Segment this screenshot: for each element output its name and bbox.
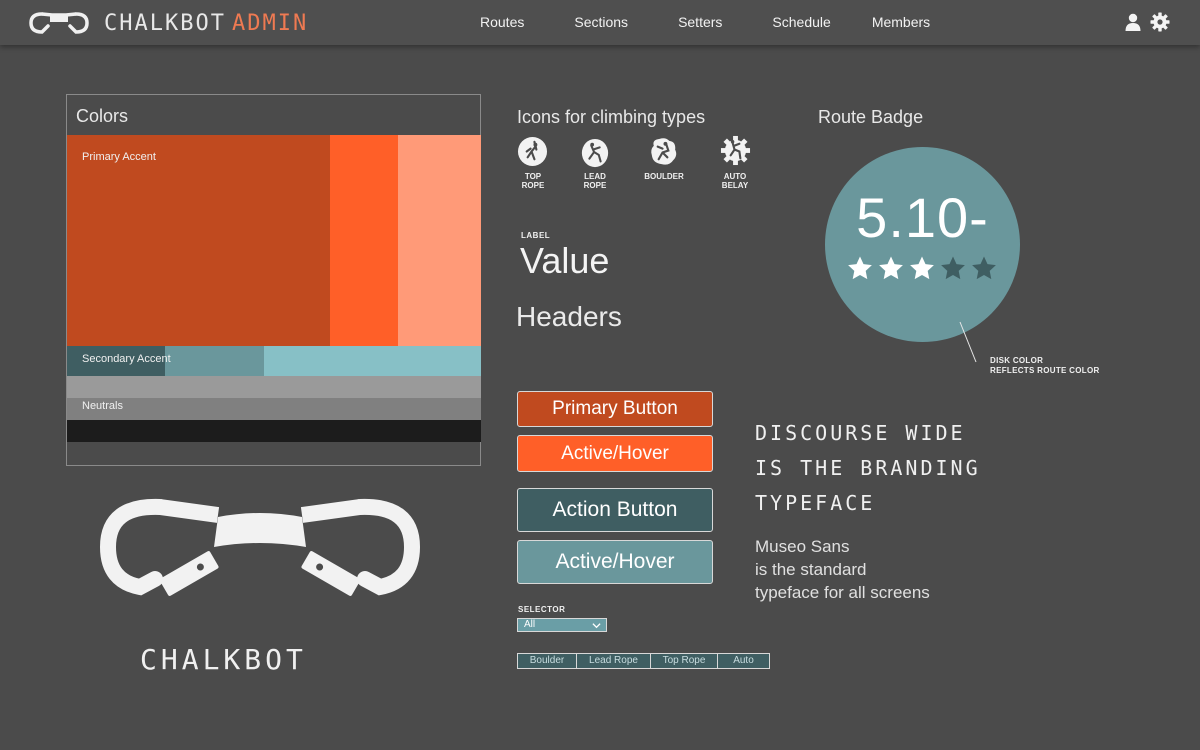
- gear-icon[interactable]: [1150, 12, 1170, 32]
- action-button[interactable]: Action Button: [517, 488, 713, 532]
- nav-sections[interactable]: Sections: [574, 14, 628, 30]
- segment-lead-rope[interactable]: Lead Rope: [577, 654, 651, 668]
- lead-rope-icon: [581, 138, 609, 168]
- sample-value: Value: [520, 240, 610, 281]
- neutral-swatch-light: [67, 376, 481, 398]
- auto-belay-label-line2: BELAY: [721, 181, 749, 190]
- nav-schedule[interactable]: Schedule: [772, 14, 830, 30]
- star-filled-icon: [879, 256, 903, 280]
- sample-headers: Headers: [516, 301, 622, 332]
- brand-name: CHALKBOT: [104, 10, 226, 36]
- auto-belay-label-line1: AUTO: [723, 172, 747, 181]
- logo-wordmark: CHALKBOT: [140, 643, 307, 676]
- lead-rope-label: LEAD ROPE: [565, 172, 625, 190]
- nav-setters[interactable]: Setters: [678, 14, 722, 30]
- star-empty-icon: [972, 256, 996, 280]
- branding-type-line-1: DISCOURSE WIDE: [755, 421, 966, 445]
- standard-type-line-2: is the standard: [755, 560, 867, 579]
- boulder-label-line1: BOULDER: [644, 172, 684, 181]
- boulder-label: BOULDER: [634, 172, 694, 181]
- selector-label: SELECTOR: [518, 605, 566, 614]
- brand-suffix: ADMIN: [231, 10, 309, 36]
- star-filled-icon: [910, 256, 934, 280]
- star-empty-icon: [941, 256, 965, 280]
- top-rope-label: TOP ROPE: [503, 172, 563, 190]
- auto-belay-label: AUTO BELAY: [705, 172, 765, 190]
- colors-panel: Colors Primary Accent Secondary Accent N…: [66, 94, 481, 466]
- top-nav-bar: CHALKBOT ADMIN Routes Sections Setters S…: [0, 0, 1200, 45]
- route-badge-title: Route Badge: [818, 107, 924, 127]
- primary-swatch-light: [398, 135, 481, 346]
- nav-links: Routes Sections Setters Schedule Members: [480, 14, 930, 30]
- branding-type-line-3: TYPEFACE: [755, 491, 876, 515]
- secondary-swatch-mid: [165, 346, 264, 376]
- icons-section-title: Icons for climbing types: [517, 107, 706, 127]
- nav-routes[interactable]: Routes: [480, 14, 524, 30]
- route-badge: 5.10-: [825, 147, 1020, 342]
- brand[interactable]: CHALKBOT ADMIN: [28, 10, 308, 36]
- carabiner-logo-icon: [29, 12, 89, 34]
- primary-accent-label: Primary Accent: [82, 151, 156, 163]
- star-rating: [848, 256, 996, 280]
- standard-type-line-1: Museo Sans: [755, 537, 850, 556]
- selector-value: All: [524, 619, 536, 630]
- user-icon[interactable]: [1123, 12, 1143, 32]
- primary-button-hover[interactable]: Active/Hover: [517, 435, 713, 472]
- lead-rope-label-line1: LEAD: [584, 172, 606, 181]
- top-rope-icon: [517, 136, 548, 167]
- primary-swatch-bright: [330, 135, 398, 346]
- lead-rope-label-line2: ROPE: [583, 181, 607, 190]
- auto-belay-icon: [720, 135, 751, 166]
- segment-auto[interactable]: Auto: [718, 654, 769, 668]
- disk-color-note-line2: REFLECTS ROUTE COLOR: [990, 366, 1100, 375]
- star-filled-icon: [848, 256, 872, 280]
- primary-button[interactable]: Primary Button: [517, 391, 713, 427]
- selector-dropdown[interactable]: All: [517, 618, 607, 632]
- colors-title: Colors: [76, 106, 129, 126]
- top-rope-label-line2: ROPE: [521, 181, 545, 190]
- action-button-hover[interactable]: Active/Hover: [517, 540, 713, 584]
- disk-color-note: DISK COLOR REFLECTS ROUTE COLOR: [990, 356, 1100, 376]
- segment-boulder[interactable]: Boulder: [518, 654, 577, 668]
- branding-type-line-2: IS THE BRANDING: [755, 456, 981, 480]
- neutral-swatch-dark: [67, 420, 481, 442]
- sample-label: LABEL: [521, 231, 551, 240]
- nav-members[interactable]: Members: [872, 14, 930, 30]
- climb-type-segmented-control: Boulder Lead Rope Top Rope Auto: [517, 653, 770, 669]
- neutral-swatch-mid: [67, 398, 481, 420]
- secondary-swatch-light: [264, 346, 481, 376]
- primary-swatch-base: [67, 135, 330, 346]
- top-rope-label-line1: TOP: [524, 172, 542, 181]
- secondary-accent-label: Secondary Accent: [82, 353, 171, 365]
- boulder-icon: [651, 138, 677, 165]
- chevron-down-icon: [592, 623, 601, 629]
- route-grade: 5.10-: [856, 186, 989, 249]
- neutrals-label: Neutrals: [82, 400, 123, 412]
- annotation-line: [959, 321, 977, 363]
- carabiner-logo-large-icon: [100, 498, 420, 596]
- standard-type-line-3: typeface for all screens: [755, 583, 930, 602]
- disk-color-note-line1: DISK COLOR: [990, 356, 1044, 365]
- segment-top-rope[interactable]: Top Rope: [651, 654, 718, 668]
